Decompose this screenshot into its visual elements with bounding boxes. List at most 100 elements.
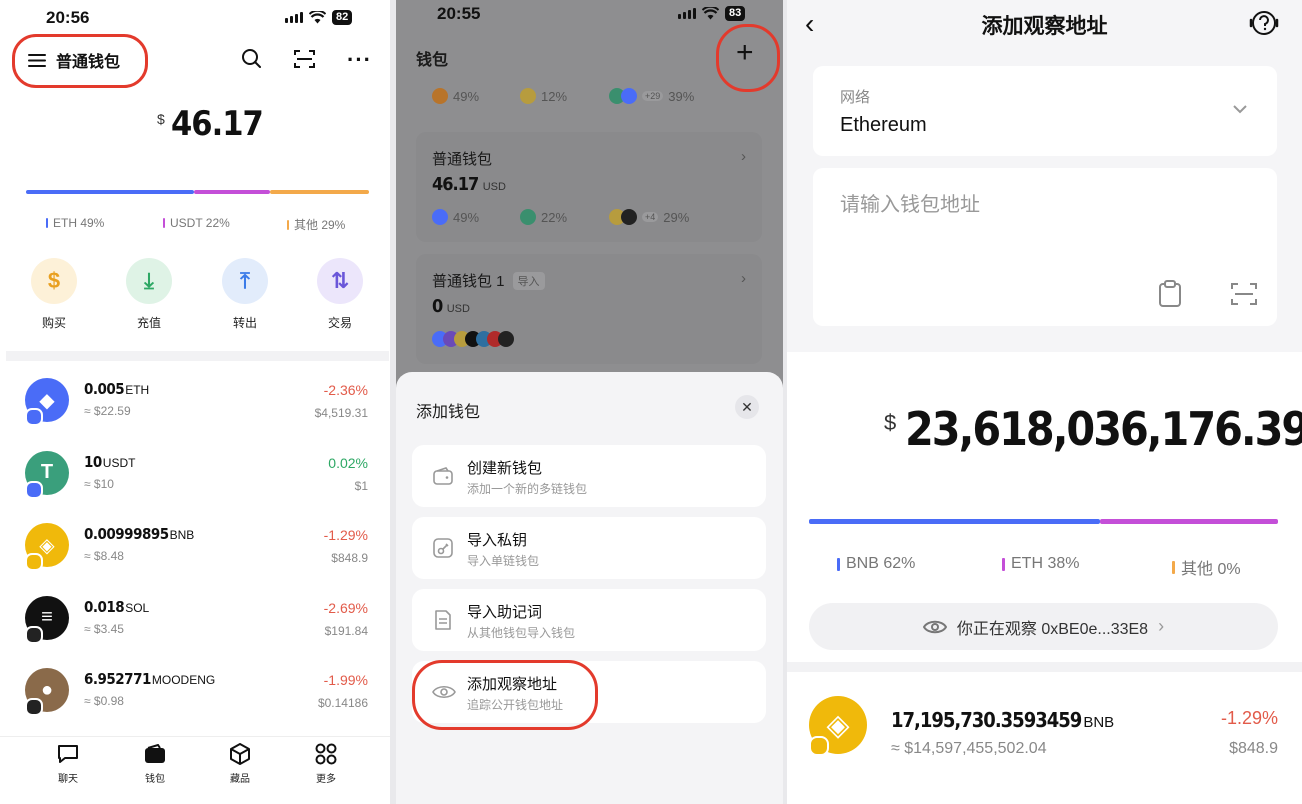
eye-icon bbox=[922, 620, 947, 633]
allocation-legend-item: BNB 62% bbox=[837, 555, 915, 573]
wallet-card-name: 普通钱包 1 导入 bbox=[432, 270, 545, 291]
token-row[interactable]: ◈ 0.00999895BNB ≈ $8.48 -1.29% $848.9 bbox=[0, 513, 390, 586]
scan-icon[interactable] bbox=[294, 49, 315, 69]
token-usd: ≈ $0.98 bbox=[84, 694, 124, 709]
action-label: 转出 bbox=[232, 316, 257, 330]
balance-currency: $ bbox=[884, 410, 897, 435]
scan-icon[interactable] bbox=[1231, 282, 1257, 306]
upload-icon[interactable]: ⤒ bbox=[222, 258, 268, 304]
address-input[interactable]: 请输入钱包地址 bbox=[840, 188, 980, 217]
token-row[interactable]: T 10USDT ≈ $10 0.02% $1 bbox=[0, 441, 390, 514]
paste-icon[interactable] bbox=[1158, 280, 1182, 308]
sol-dot-icon bbox=[621, 209, 637, 225]
action-button[interactable]: $ 购买 bbox=[22, 258, 86, 331]
wallet-add-icon bbox=[432, 465, 454, 487]
download-icon[interactable]: ⤓ bbox=[126, 258, 172, 304]
dollar-icon[interactable]: $ bbox=[31, 258, 77, 304]
search-icon[interactable] bbox=[241, 48, 262, 69]
swap-icon[interactable]: ⇅ bbox=[317, 258, 363, 304]
wallet-card-stat: +4 29% bbox=[609, 209, 689, 225]
action-button[interactable]: ⤓ 充值 bbox=[117, 258, 181, 331]
balance-currency: $ bbox=[157, 111, 165, 127]
menu-icon[interactable] bbox=[28, 53, 46, 68]
legend-swatch bbox=[163, 218, 165, 228]
chain-badge-icon bbox=[25, 408, 43, 426]
wallet-icon[interactable] bbox=[125, 742, 185, 766]
token-price: $848.9 bbox=[1229, 740, 1278, 757]
network-label: 网络 bbox=[840, 89, 871, 106]
token-usd: ≈ $8.48 bbox=[84, 549, 124, 564]
wallet-card-balance: 0 USD bbox=[432, 296, 470, 317]
token-icon-stack bbox=[432, 331, 514, 347]
eth-dot-icon bbox=[432, 209, 448, 225]
add-wallet-option[interactable]: 创建新钱包 添加一个新的多链钱包 bbox=[412, 445, 766, 507]
page-title: 添加观察地址 bbox=[981, 15, 1108, 38]
action-button[interactable]: ⤒ 转出 bbox=[213, 258, 277, 331]
wallet-card[interactable]: 普通钱包 1 导入 › 0 USD bbox=[416, 254, 762, 364]
token-dot-icon bbox=[498, 331, 514, 347]
watching-banner[interactable]: 你正在观察 0xBE0e...33E8 › bbox=[809, 603, 1278, 650]
top-row-stat: 49% bbox=[432, 88, 479, 104]
help-icon[interactable] bbox=[1247, 8, 1281, 40]
network-selector[interactable]: 网络 Ethereum bbox=[813, 66, 1277, 156]
tab-cube[interactable]: 藏品 bbox=[210, 742, 270, 785]
legend-swatch bbox=[287, 219, 289, 230]
legend-label: 其他 0% bbox=[1181, 561, 1241, 578]
tab-grid[interactable]: 更多 bbox=[296, 742, 356, 785]
chat-icon[interactable] bbox=[38, 742, 98, 766]
allocation-legend-item: USDT 22% bbox=[163, 216, 230, 230]
token-usd: ≈ $3.45 bbox=[84, 621, 124, 636]
token-price: $4,519.31 bbox=[314, 406, 368, 420]
chain-badge-icon bbox=[25, 698, 43, 717]
legend-label: 其他 29% bbox=[294, 218, 346, 232]
wallet-list-screen: 20:55 83 钱包 + 49% 12% +29 39% 普通钱包 › 46.1… bbox=[396, 0, 783, 804]
token-price: $0.14186 bbox=[317, 696, 368, 711]
wallet-switcher[interactable]: 普通钱包 bbox=[28, 48, 120, 72]
status-icons: 83 bbox=[678, 6, 746, 21]
token-amount: 0.005ETH bbox=[84, 380, 150, 398]
token-amount: 0.018SOL bbox=[84, 597, 150, 616]
token-price: $191.84 bbox=[324, 623, 368, 638]
token-amount: 17,195,730.3593459 BNB bbox=[891, 708, 1115, 732]
chain-badge-icon bbox=[25, 625, 43, 644]
action-button[interactable]: ⇅ 交易 bbox=[308, 258, 372, 331]
token-amount: 0.00999895BNB bbox=[84, 525, 195, 544]
close-icon[interactable]: ✕ bbox=[735, 395, 759, 419]
btc-dot-icon bbox=[432, 88, 448, 104]
add-wallet-button[interactable]: + bbox=[736, 38, 754, 68]
token-row[interactable]: ◈ 17,195,730.3593459 BNB ≈ $14,597,455,50… bbox=[787, 672, 1302, 804]
cube-icon[interactable] bbox=[210, 742, 270, 766]
more-icon[interactable]: ··· bbox=[347, 47, 372, 73]
legend-label: BNB 62% bbox=[846, 555, 916, 572]
wallet-card-name: 普通钱包 bbox=[432, 151, 493, 168]
legend-swatch bbox=[837, 557, 840, 571]
allocation-segment bbox=[809, 519, 1100, 524]
legend-label: USDT 22% bbox=[170, 216, 230, 230]
token-row[interactable]: ◆ 0.005ETH ≈ $22.59 -2.36% $4,519.31 bbox=[0, 368, 390, 441]
grid-icon[interactable] bbox=[296, 742, 356, 766]
token-change: -1.29% bbox=[323, 527, 368, 544]
chevron-right-icon: › bbox=[741, 148, 746, 165]
tab-label: 藏品 bbox=[230, 774, 250, 785]
section-divider bbox=[787, 662, 1302, 672]
battery-icon: 82 bbox=[332, 10, 353, 25]
top-row-stat: +29 39% bbox=[609, 88, 694, 104]
watched-total-balance: 23,618,036,176.39 bbox=[905, 402, 1302, 456]
add-wallet-option[interactable]: 导入助记词 从其他钱包导入钱包 bbox=[412, 589, 766, 651]
allocation-segment bbox=[1099, 519, 1278, 524]
chevron-down-icon bbox=[1233, 105, 1247, 114]
token-change: -1.99% bbox=[323, 672, 368, 689]
token-row[interactable]: ≡ 0.018SOL ≈ $3.45 -2.69% $191.84 bbox=[0, 586, 390, 659]
address-input-box[interactable]: 请输入钱包地址 bbox=[813, 168, 1277, 326]
option-title: 导入助记词 bbox=[467, 604, 543, 621]
tab-chat[interactable]: 聊天 bbox=[38, 742, 98, 785]
allocation-legend-item: ETH 38% bbox=[1002, 555, 1079, 573]
wallet-name[interactable]: 普通钱包 bbox=[56, 48, 120, 72]
add-wallet-option[interactable]: 导入私钥 导入单链钱包 bbox=[412, 517, 766, 579]
token-row[interactable]: ● 6.952771MOODENG ≈ $0.98 -1.99% $0.14186 bbox=[0, 658, 390, 731]
token-price: $848.9 bbox=[331, 551, 368, 566]
wallet-card[interactable]: 普通钱包 › 46.17 USD 49% 22% +4 29% bbox=[416, 132, 762, 242]
eth-dot-icon bbox=[621, 88, 637, 104]
sheet-title: 添加钱包 bbox=[416, 404, 481, 421]
tab-wallet[interactable]: 钱包 bbox=[125, 742, 185, 785]
